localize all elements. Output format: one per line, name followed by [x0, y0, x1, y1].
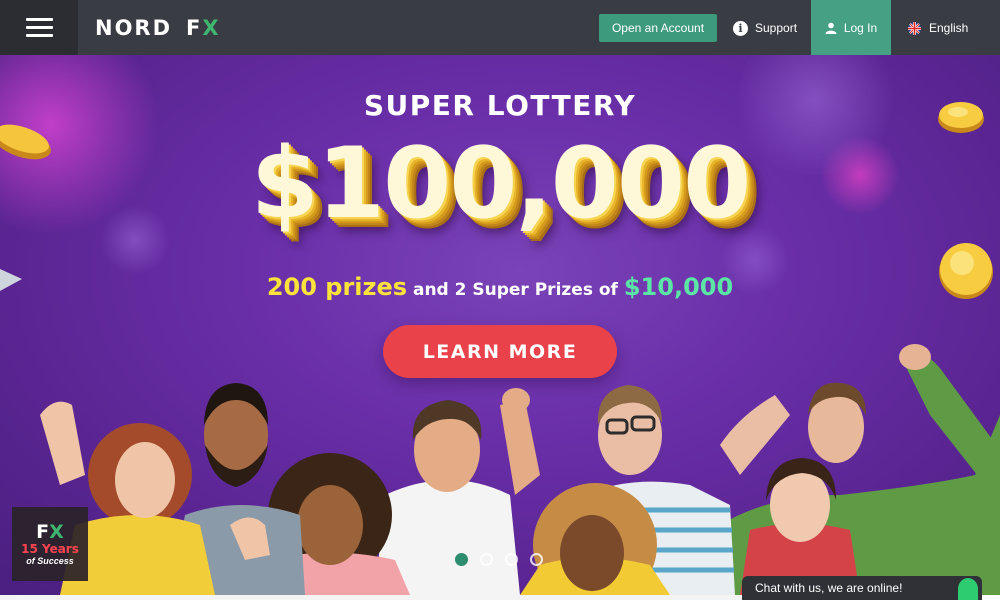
slider-dot[interactable] — [530, 553, 543, 566]
slider-dot[interactable] — [455, 553, 468, 566]
live-chat-widget[interactable]: Chat with us, we are online! — [742, 576, 982, 600]
info-icon: i — [733, 20, 748, 36]
support-label: Support — [755, 21, 798, 35]
site-header: NORD FX Open an Account i Support Log In… — [0, 0, 1000, 55]
language-selector[interactable]: English — [908, 17, 968, 39]
cheering-people-image — [40, 344, 1000, 595]
badge-success: of Success — [26, 555, 74, 566]
hamburger-menu-icon[interactable] — [0, 0, 78, 55]
language-label: English — [929, 21, 969, 35]
slider-dot[interactable] — [480, 553, 493, 566]
slider-pagination — [455, 553, 555, 566]
open-account-button[interactable]: Open an Account — [599, 14, 717, 42]
chat-online-indicator — [958, 578, 978, 600]
support-link[interactable]: i Support — [733, 17, 797, 39]
login-label: Log In — [843, 20, 878, 35]
badge-years: 15 Years — [21, 541, 79, 556]
logo-fx-f: F — [186, 16, 203, 40]
login-button[interactable]: Log In — [811, 0, 891, 55]
user-icon — [825, 22, 837, 34]
logo-text: NORD — [95, 16, 173, 40]
hero-banner[interactable]: SUPER LOTTERY $100,000 200 prizes and 2 … — [0, 55, 1000, 595]
uk-flag-icon — [908, 21, 921, 35]
badge-fx-x: X — [49, 520, 64, 543]
anniversary-badge[interactable]: FX 15 Years of Success — [12, 507, 88, 581]
nordfx-logo[interactable]: NORD FX — [95, 16, 221, 40]
page-bottom-strip — [0, 595, 742, 600]
badge-fx-f: F — [36, 520, 50, 543]
slider-dot[interactable] — [505, 553, 518, 566]
logo-fx-x: X — [202, 16, 221, 40]
